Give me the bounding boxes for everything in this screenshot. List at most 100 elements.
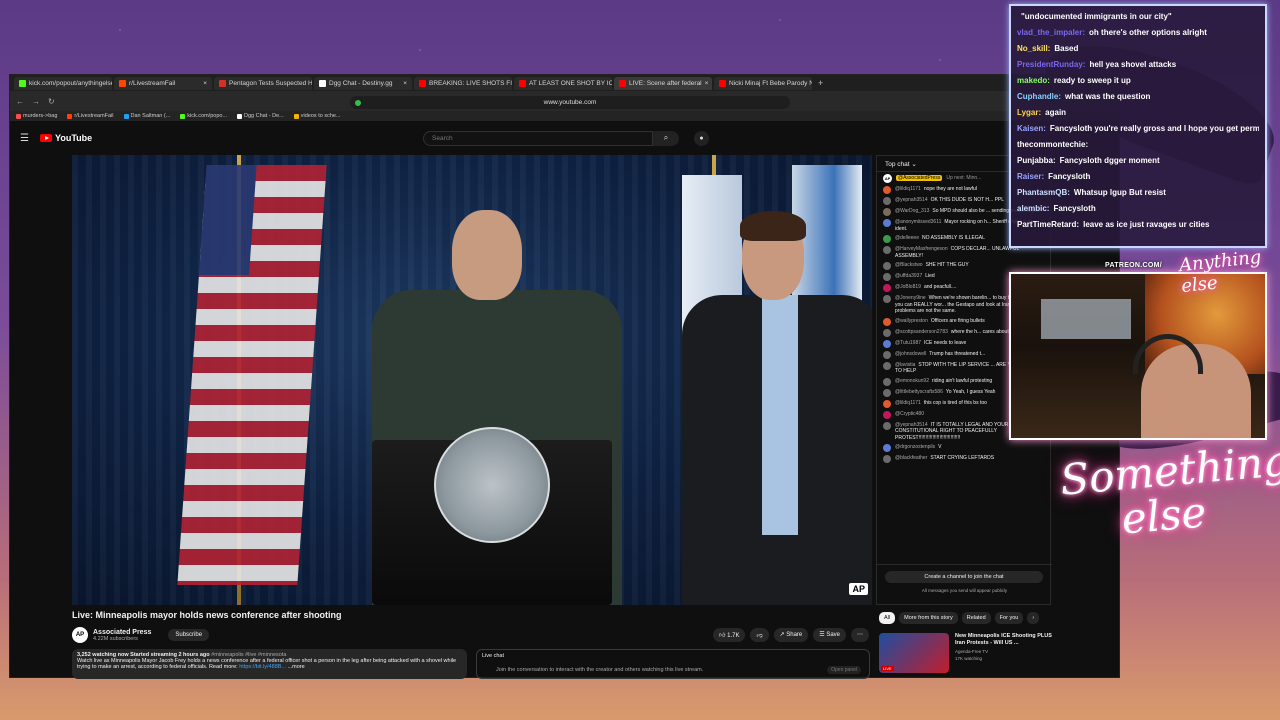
- more-actions-button[interactable]: ⋯: [851, 628, 869, 642]
- chat-username[interactable]: @HarveyMaxfrengeson: [895, 246, 948, 252]
- chat-mode[interactable]: Top chat: [885, 161, 910, 168]
- chat-avatar[interactable]: [883, 284, 891, 292]
- description-link[interactable]: https://bit.ly/488B...: [239, 664, 286, 670]
- chat-username[interactable]: @lildiq1171: [895, 186, 921, 192]
- chat-username[interactable]: @johnsdowell: [895, 351, 926, 357]
- chat-avatar[interactable]: [883, 361, 891, 370]
- bookmark-item[interactable]: r/LivestreamFail: [67, 113, 114, 119]
- chat-avatar[interactable]: [883, 295, 891, 303]
- subscribe-button[interactable]: Subscribe: [168, 629, 210, 641]
- description-box[interactable]: 3,252 watching now Started streaming 2 h…: [72, 649, 467, 679]
- bookmark-favicon-icon: [237, 113, 243, 119]
- chat-message-body: @Tutu1987 ICE needs to leave: [895, 340, 966, 347]
- menu-icon[interactable]: ☰: [20, 133, 29, 144]
- bookmark-item[interactable]: videos to sche...: [293, 113, 341, 119]
- new-tab-button[interactable]: +: [814, 78, 827, 88]
- chat-avatar[interactable]: [883, 399, 891, 408]
- bookmark-item[interactable]: Dgg Chat - De...: [237, 113, 284, 119]
- chip-related[interactable]: Related: [961, 612, 991, 624]
- chat-username[interactable]: @blackfeather: [895, 455, 927, 461]
- chat-username[interactable]: @Joneny9ine: [895, 295, 926, 301]
- chat-username[interactable]: @WarDog_313: [895, 208, 929, 214]
- chat-username[interactable]: @JoBlo819: [895, 284, 921, 290]
- chat-avatar[interactable]: [883, 388, 891, 397]
- browser-tab[interactable]: BREAKING: LIVE SHOTS FIRED An×: [414, 76, 512, 90]
- chat-avatar[interactable]: [883, 197, 891, 205]
- voice-search-button[interactable]: ●: [694, 130, 709, 146]
- head: [452, 210, 522, 300]
- chat-username[interactable]: @drgonzostenpils: [895, 444, 935, 450]
- recommended-channel[interactable]: Agenda-Free TV: [955, 649, 1053, 654]
- recommended-title[interactable]: New Minneapolis ICE Shooting PLUS Iran P…: [955, 633, 1053, 647]
- chip-for-you[interactable]: For you: [994, 612, 1024, 624]
- close-icon[interactable]: ×: [403, 80, 407, 87]
- reload-icon[interactable]: ↻: [48, 97, 55, 106]
- chat-username[interactable]: @delleeee: [895, 235, 919, 241]
- chat-avatar[interactable]: [883, 186, 891, 194]
- bookmark-item[interactable]: kick.com/popo...: [180, 113, 227, 119]
- search-input[interactable]: Search: [423, 130, 653, 146]
- chat-avatar[interactable]: [883, 377, 891, 386]
- browser-tab[interactable]: Pentagon Tests Suspected Havana×: [214, 76, 312, 90]
- bookmark-item[interactable]: murders->bag: [16, 113, 57, 119]
- city-seal: [434, 427, 550, 543]
- open-panel-button[interactable]: Open panel: [827, 666, 861, 674]
- chat-username[interactable]: @yepnah3514: [895, 422, 928, 428]
- share-button[interactable]: ↗ Share: [773, 628, 809, 642]
- chat-username[interactable]: @lavistia: [895, 362, 915, 368]
- browser-tab[interactable]: kick.com/popout/anythingelse/chat×: [14, 76, 112, 90]
- youtube-logo[interactable]: YouTube: [40, 133, 92, 143]
- browser-tab[interactable]: AT LEAST ONE SHOT BY ICE IN M×: [514, 76, 612, 90]
- chat-username[interactable]: @yepnah3514: [895, 197, 928, 203]
- chat-username[interactable]: @emonokun92: [895, 378, 929, 384]
- chat-avatar[interactable]: [883, 328, 891, 337]
- chevron-right-icon[interactable]: ›: [1027, 612, 1040, 624]
- chat-avatar[interactable]: [883, 339, 891, 348]
- close-icon[interactable]: ×: [705, 80, 709, 87]
- chip-more-from-this-story[interactable]: More from this story: [899, 612, 958, 624]
- address-bar[interactable]: www.youtube.com: [350, 96, 790, 109]
- chat-avatar[interactable]: [883, 444, 891, 452]
- back-icon[interactable]: ←: [16, 97, 24, 106]
- chat-avatar[interactable]: [883, 317, 891, 326]
- recommended-thumbnail[interactable]: LIVE: [879, 633, 949, 673]
- like-button[interactable]: 👍︎ 1.7K: [713, 628, 746, 642]
- chat-username[interactable]: @uffda3937: [895, 273, 922, 279]
- save-button[interactable]: ☰ Save: [813, 628, 846, 642]
- chat-avatar[interactable]: [883, 246, 891, 254]
- forward-icon[interactable]: →: [32, 97, 40, 106]
- chat-avatar[interactable]: [883, 273, 891, 281]
- chat-username[interactable]: @Cryptic480: [895, 411, 924, 417]
- chat-username[interactable]: @anonymiissed3611: [895, 219, 941, 225]
- chat-avatar[interactable]: [883, 262, 891, 270]
- chat-username[interactable]: @littlebettyscrafts586: [895, 389, 943, 395]
- browser-tab[interactable]: Nicki Minaj Ft Bebe Parody Nasm×: [714, 76, 812, 90]
- chat-avatar[interactable]: [883, 235, 891, 243]
- browser-tab[interactable]: LIVE: Scene after federal ×: [614, 76, 712, 90]
- chip-all[interactable]: All: [879, 612, 896, 624]
- save-label: Save: [826, 632, 840, 638]
- video-player[interactable]: AP: [72, 155, 872, 605]
- channel-name[interactable]: Associated Press: [93, 629, 151, 636]
- close-icon[interactable]: ×: [203, 80, 207, 87]
- chat-username[interactable]: @lildiq1171: [895, 400, 921, 406]
- browser-tab[interactable]: Dgg Chat - Destiny.gg ×: [314, 76, 412, 90]
- browser-tab[interactable]: r/LivestreamFail ×: [114, 76, 212, 90]
- description-more[interactable]: ...more: [286, 664, 305, 670]
- chat-username[interactable]: @Blackstwo: [895, 262, 923, 268]
- chat-avatar[interactable]: [883, 350, 891, 359]
- chat-avatar[interactable]: [883, 219, 891, 227]
- chat-username[interactable]: @wallypreston: [895, 318, 928, 324]
- create-channel-button[interactable]: Create a channel to join the chat: [885, 571, 1043, 583]
- chat-username[interactable]: @scottpsanderson2783: [895, 329, 948, 335]
- recommended-video[interactable]: LIVE New Minneapolis ICE Shooting PLUS I…: [879, 633, 1054, 673]
- chat-avatar[interactable]: [883, 410, 891, 419]
- chat-username[interactable]: @Tutu1987: [895, 340, 921, 346]
- chat-avatar[interactable]: [883, 208, 891, 216]
- chat-avatar[interactable]: [883, 455, 891, 463]
- channel-avatar[interactable]: AP: [72, 627, 88, 643]
- chat-avatar[interactable]: [883, 421, 891, 430]
- search-button[interactable]: ⌕: [653, 130, 679, 146]
- dislike-button[interactable]: 👎︎: [750, 628, 769, 642]
- bookmark-item[interactable]: Dan Saltman (...: [123, 113, 170, 119]
